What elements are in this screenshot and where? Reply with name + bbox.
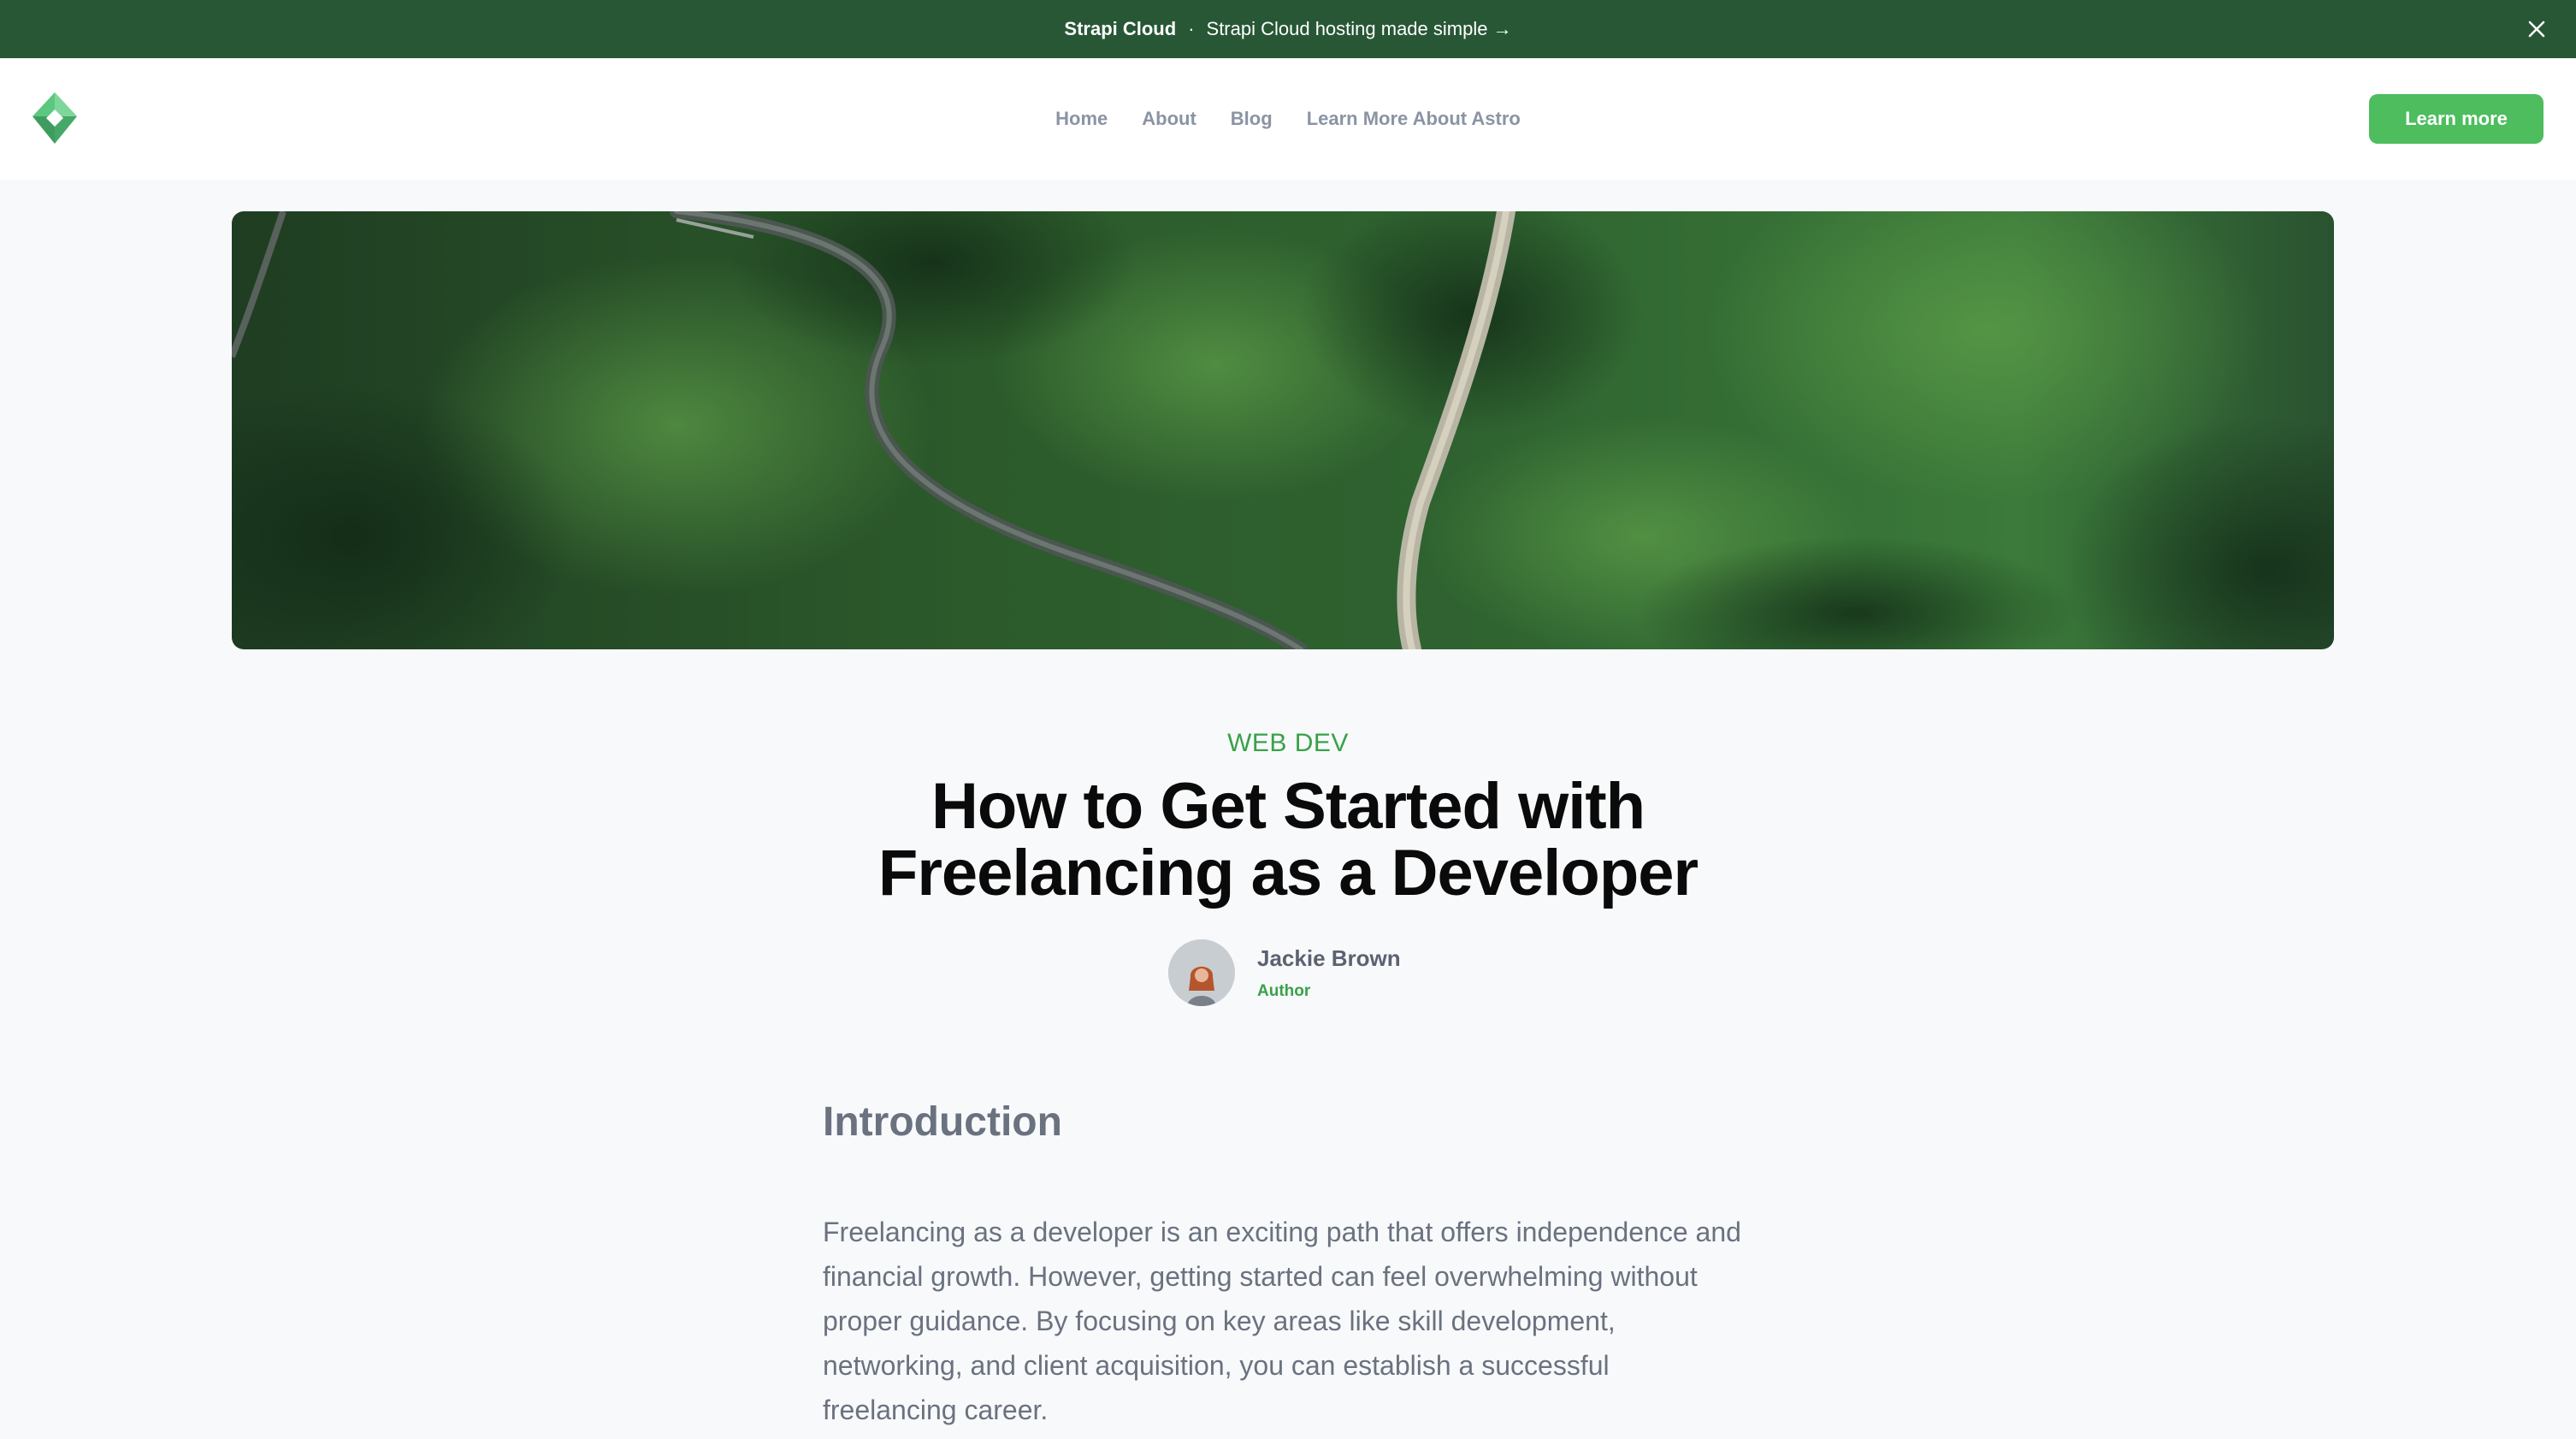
intro-paragraph: Freelancing as a developer is an excitin… [823,1217,1741,1425]
author-name[interactable]: Jackie Brown [1257,945,1401,972]
title-line-1: How to Get Started with [931,770,1645,843]
banner-link[interactable]: Strapi Cloud hosting made simple → [1207,18,1512,40]
title-line-2: Freelancing as a Developer [877,837,1699,909]
article-category[interactable]: WEB DEV [0,729,2576,758]
learn-more-button[interactable]: Learn more [2369,94,2544,144]
logo-icon[interactable] [31,91,79,145]
author-role: Author [1257,981,1311,1000]
nav-blog[interactable]: Blog [1231,108,1273,130]
nav-home[interactable]: Home [1055,108,1108,130]
main-nav: Home About Blog Learn More About Astro [0,58,2576,180]
author-block: Jackie Brown Author [1168,939,1401,1006]
nav-about[interactable]: About [1142,108,1196,130]
banner-brand: Strapi Cloud [1064,18,1177,39]
nav-learn-astro[interactable]: Learn More About Astro [1307,108,1521,130]
article-title: How to Get Started with Freelancing as a… [775,773,1801,907]
section-heading: Introduction [823,1099,1062,1145]
banner-separator: · [1188,18,1195,39]
hero-image [232,211,2334,649]
top-navbar: Home About Blog Learn More About Astro L… [0,58,2576,180]
author-avatar[interactable] [1168,939,1235,1006]
announcement-banner: Strapi Cloud · Strapi Cloud hosting made… [0,0,2576,58]
close-icon[interactable] [2521,14,2552,44]
author-meta: Jackie Brown Author [1257,945,1401,1001]
